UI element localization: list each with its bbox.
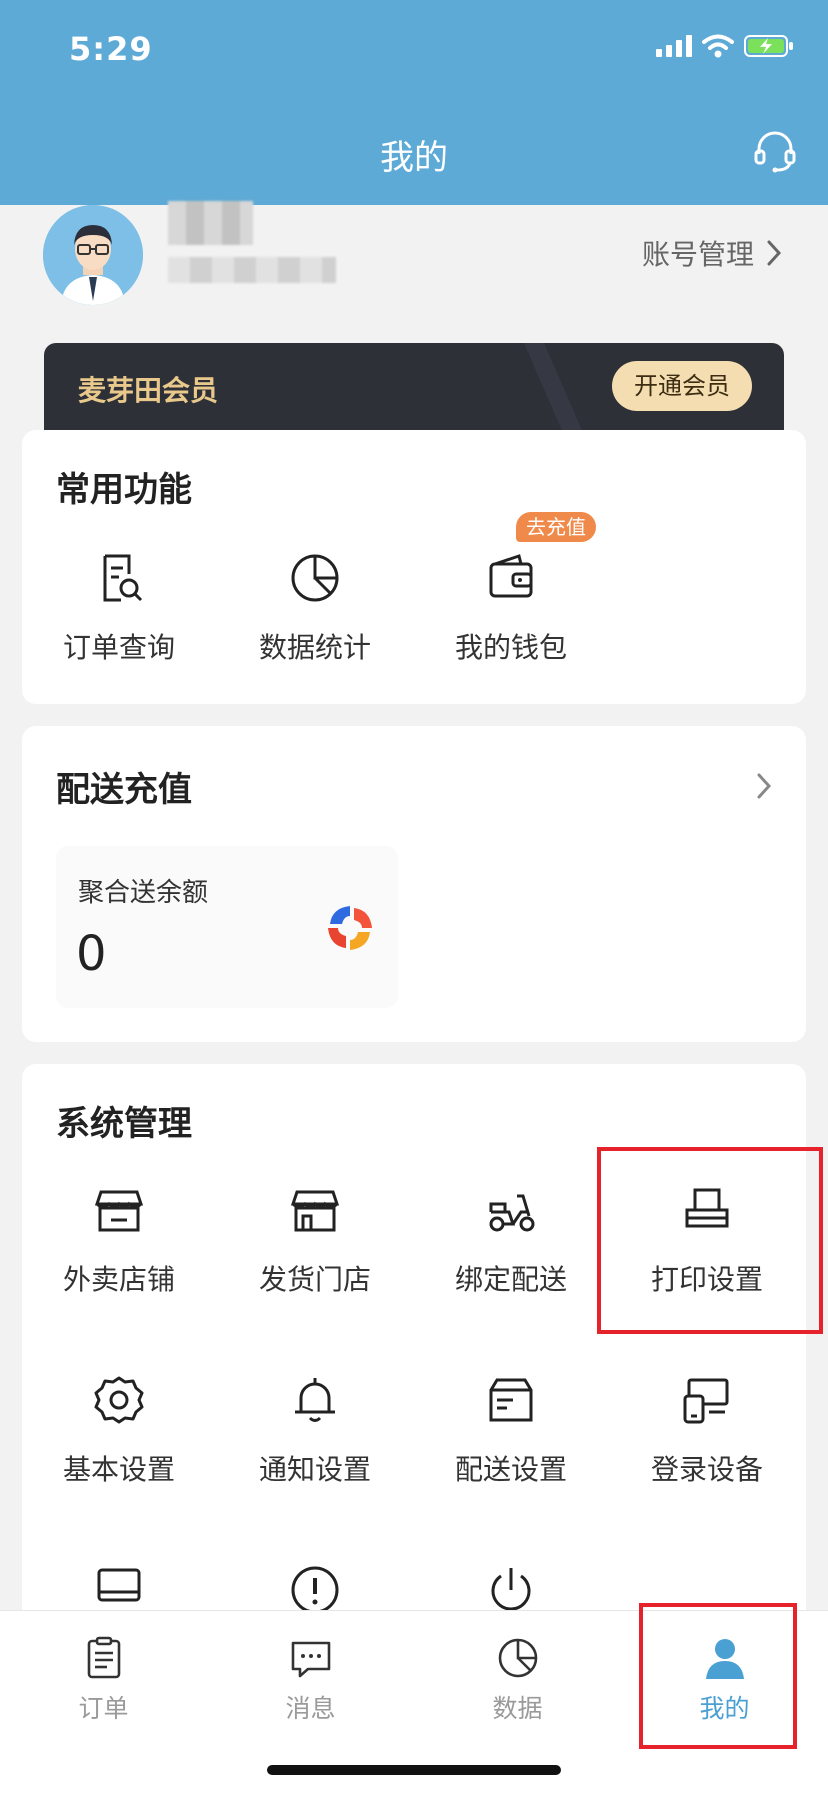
login-devices-item[interactable]: 登录设备 bbox=[622, 1372, 792, 1488]
pie-chart-icon bbox=[498, 1638, 537, 1678]
gear-icon bbox=[94, 1376, 144, 1424]
bind-delivery-item[interactable]: 绑定配送 bbox=[426, 1182, 596, 1298]
item-label: 外卖店铺 bbox=[62, 1263, 175, 1296]
chevron-right-icon bbox=[767, 240, 782, 266]
item-label: 数据统计 bbox=[258, 631, 371, 664]
balance-label: 聚合送余额 bbox=[78, 878, 209, 908]
bell-icon bbox=[295, 1378, 335, 1422]
account-management-link[interactable]: 账号管理 bbox=[642, 233, 782, 273]
wifi-icon bbox=[702, 34, 734, 58]
account-management-label: 账号管理 bbox=[641, 238, 754, 271]
clipboard-icon bbox=[87, 1636, 120, 1679]
chevron-right-icon[interactable] bbox=[756, 772, 772, 800]
user-phone-blurred bbox=[168, 257, 336, 283]
signal-icon bbox=[656, 35, 692, 57]
user-name-blurred bbox=[168, 201, 253, 245]
item-label: 配送设置 bbox=[454, 1453, 567, 1486]
shipping-store-item[interactable]: 发货门店 bbox=[230, 1182, 400, 1298]
home-indicator bbox=[267, 1765, 561, 1775]
section-title: 配送充值 bbox=[56, 770, 192, 810]
vip-title: 麦芽田会员 bbox=[78, 374, 219, 407]
aggregate-balance-box[interactable]: 聚合送余额 0 bbox=[56, 846, 398, 1008]
order-search-icon bbox=[103, 554, 143, 602]
section-title: 系统管理 bbox=[56, 1104, 192, 1144]
battery-icon bbox=[744, 35, 793, 57]
tab-orders[interactable]: 订单 bbox=[0, 1635, 207, 1725]
open-vip-button[interactable]: 开通会员 bbox=[612, 361, 752, 411]
basic-settings-item[interactable]: 基本设置 bbox=[34, 1372, 204, 1488]
storefront-icon bbox=[94, 1190, 144, 1232]
tab-data[interactable]: 数据 bbox=[414, 1635, 621, 1725]
top-header: 5:29 我的 bbox=[0, 0, 828, 205]
tab-label: 消息 bbox=[285, 1694, 336, 1723]
item-label: 绑定配送 bbox=[454, 1263, 567, 1296]
delivery-box-icon bbox=[489, 1378, 533, 1422]
status-time: 5:29 bbox=[69, 30, 153, 68]
item-label: 登录设备 bbox=[650, 1453, 763, 1486]
highlight-mine-tab bbox=[639, 1603, 797, 1749]
tab-messages[interactable]: 消息 bbox=[207, 1635, 414, 1725]
item-label: 订单查询 bbox=[62, 631, 175, 664]
item-label: 我的钱包 bbox=[454, 631, 567, 664]
status-icons bbox=[656, 34, 794, 58]
message-icon bbox=[291, 1641, 330, 1678]
scooter-icon bbox=[489, 1194, 535, 1232]
avatar[interactable] bbox=[43, 205, 143, 305]
tab-label: 数据 bbox=[492, 1694, 543, 1723]
item-label: 基本设置 bbox=[62, 1453, 175, 1486]
recharge-badge[interactable]: 去充值 bbox=[516, 512, 596, 542]
store-icon bbox=[290, 1190, 340, 1232]
highlight-print-settings bbox=[597, 1147, 823, 1334]
page-title: 我的 bbox=[380, 138, 448, 178]
notification-settings-item[interactable]: 通知设置 bbox=[230, 1372, 400, 1488]
devices-icon bbox=[683, 1378, 729, 1424]
item-label: 通知设置 bbox=[258, 1453, 371, 1486]
wallet-item[interactable]: 我的钱包 bbox=[426, 550, 596, 666]
takeout-store-item[interactable]: 外卖店铺 bbox=[34, 1182, 204, 1298]
order-search-item[interactable]: 订单查询 bbox=[34, 550, 204, 666]
delivery-recharge-card[interactable]: 配送充值 聚合送余额 0 bbox=[22, 726, 806, 1042]
tab-label: 订单 bbox=[78, 1694, 129, 1723]
vip-banner[interactable]: 麦芽田会员 开通会员 bbox=[44, 343, 784, 435]
balance-value: 0 bbox=[76, 926, 107, 982]
common-functions-card: 常用功能 订单查询 数据统计 我的钱包 去充值 bbox=[22, 430, 806, 704]
headset-icon[interactable] bbox=[752, 128, 798, 174]
wallet-icon bbox=[489, 554, 533, 598]
pie-chart-icon bbox=[291, 554, 339, 602]
data-stats-item[interactable]: 数据统计 bbox=[230, 550, 400, 666]
delivery-settings-item[interactable]: 配送设置 bbox=[426, 1372, 596, 1488]
juhesong-logo-icon bbox=[328, 906, 372, 950]
item-label: 发货门店 bbox=[258, 1263, 371, 1296]
section-title: 常用功能 bbox=[56, 470, 192, 510]
profile-section: 账号管理 bbox=[0, 201, 828, 365]
